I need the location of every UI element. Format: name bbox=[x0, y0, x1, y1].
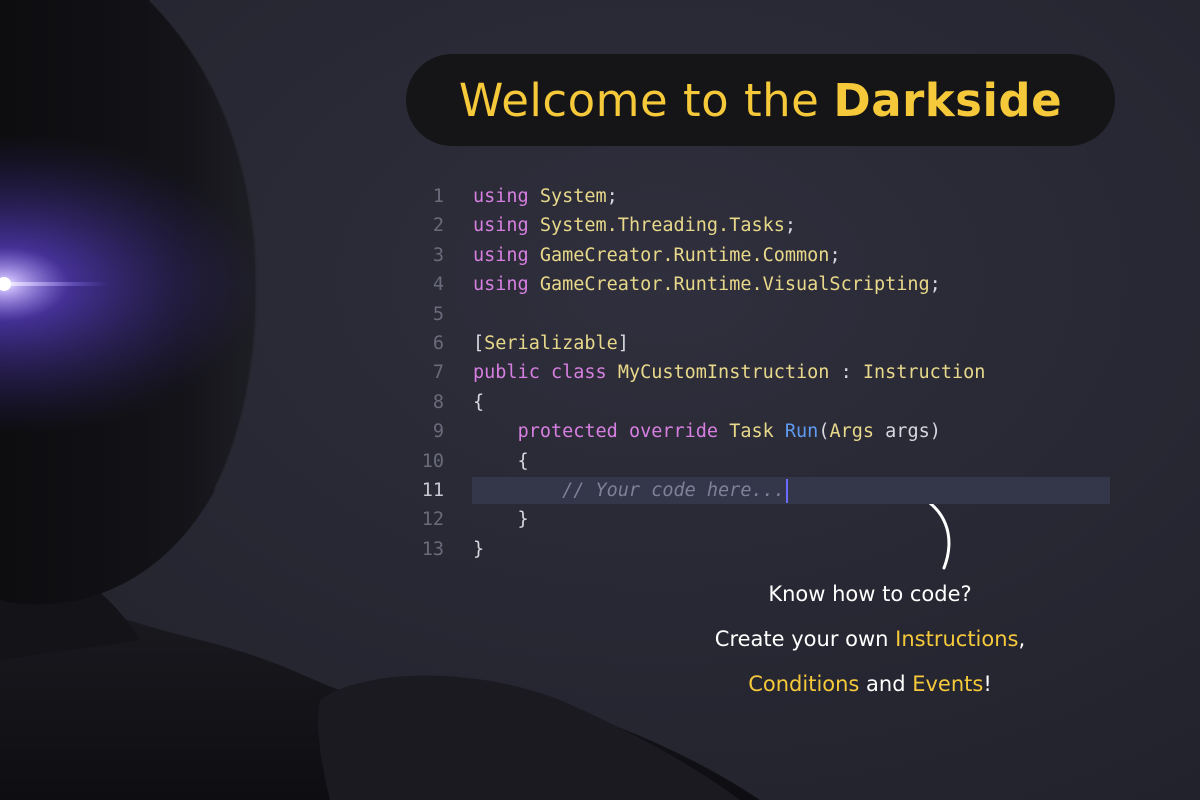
code-text: // Your code here... bbox=[473, 476, 788, 505]
code-text: using GameCreator.Runtime.Common; bbox=[473, 241, 841, 270]
code-token: Run bbox=[784, 421, 819, 443]
caption-text: ! bbox=[983, 672, 992, 696]
code-token: } bbox=[473, 509, 529, 531]
code-line[interactable]: 7 public class MyCustomInstruction : Inst… bbox=[418, 358, 1110, 387]
code-text: public class MyCustomInstruction : Instr… bbox=[473, 358, 985, 387]
line-number: 5 bbox=[432, 303, 444, 325]
text-cursor bbox=[785, 478, 788, 503]
code-token: using bbox=[473, 244, 529, 266]
code-token: Instruction bbox=[862, 362, 986, 384]
code-token: } bbox=[473, 538, 485, 560]
code-text: } bbox=[473, 535, 484, 564]
code-line[interactable]: 13} bbox=[418, 535, 1110, 564]
code-line[interactable]: 4 using GameCreator.Runtime.VisualScripti… bbox=[418, 270, 1110, 299]
code-text: { bbox=[473, 388, 484, 417]
code-token: override bbox=[628, 421, 719, 443]
code-token: : bbox=[829, 362, 863, 384]
line-number: 11 bbox=[421, 479, 444, 501]
title-bold: Darkside bbox=[833, 73, 1063, 127]
code-token: Serializable bbox=[484, 332, 618, 354]
line-number: 3 bbox=[432, 244, 444, 266]
code-line[interactable]: 3 using GameCreator.Runtime.Common; bbox=[418, 241, 1110, 270]
code-text: protected override Task Run(Args args) bbox=[473, 417, 941, 446]
caption-instructions: Instructions bbox=[895, 627, 1019, 651]
code-token: System.Threading.Tasks bbox=[539, 215, 785, 237]
line-number: 8 bbox=[432, 391, 444, 413]
code-text: { bbox=[473, 447, 529, 476]
code-line[interactable]: 12 } bbox=[418, 505, 1110, 534]
code-token: using bbox=[473, 274, 529, 296]
line-number: 2 bbox=[432, 215, 444, 237]
code-token: System bbox=[539, 186, 607, 207]
caption-text: and bbox=[859, 672, 913, 696]
code-token: GameCreator.Runtime.Common bbox=[539, 244, 830, 266]
code-token: MyCustomInstruction bbox=[617, 362, 830, 384]
code-token: using bbox=[473, 186, 529, 207]
code-line[interactable]: 1 using System; bbox=[418, 182, 1110, 211]
code-token: { bbox=[473, 450, 529, 472]
code-token: ( bbox=[818, 421, 830, 443]
line-number: 13 bbox=[421, 538, 444, 560]
title-banner: Welcome to the Darkside bbox=[406, 54, 1115, 146]
caption-conditions: Conditions bbox=[748, 672, 860, 696]
code-token: Args bbox=[829, 421, 875, 443]
caption-events: Events bbox=[912, 672, 984, 696]
code-token: using bbox=[473, 215, 529, 237]
code-line[interactable]: 6 [Serializable] bbox=[418, 329, 1110, 358]
code-token: public bbox=[473, 362, 540, 384]
code-token: ; bbox=[606, 186, 618, 207]
caption-text: Create your own bbox=[714, 627, 896, 651]
code-token: { bbox=[473, 391, 485, 413]
code-line[interactable]: 2 using System.Threading.Tasks; bbox=[418, 211, 1110, 240]
line-number: 7 bbox=[432, 362, 444, 384]
code-text: using GameCreator.Runtime.VisualScriptin… bbox=[473, 270, 941, 299]
caption-text: , bbox=[1018, 627, 1026, 651]
code-text: using System.Threading.Tasks; bbox=[473, 211, 796, 240]
code-text: [Serializable] bbox=[473, 329, 629, 358]
title-regular: Welcome to the bbox=[458, 73, 820, 127]
code-token: Task bbox=[729, 421, 774, 443]
code-line[interactable]: 10 { bbox=[418, 447, 1110, 476]
code-token: protected bbox=[517, 421, 618, 443]
line-number: 9 bbox=[432, 421, 444, 443]
code-editor: 1 using System; 2 using System.Threading.Ta… bbox=[418, 182, 1110, 564]
code-token: GameCreator.Runtime.VisualScripting bbox=[539, 274, 930, 296]
code-line[interactable]: 8{ bbox=[418, 388, 1110, 417]
code-token: ; bbox=[929, 274, 941, 296]
code-line[interactable]: 5 bbox=[418, 300, 1110, 329]
line-number: 12 bbox=[421, 509, 444, 531]
code-token: [ bbox=[473, 332, 485, 354]
code-text: using System; bbox=[473, 182, 618, 211]
caption-line-2: Create your own Instructions, bbox=[640, 627, 1100, 651]
line-number: 1 bbox=[432, 186, 444, 207]
code-token: class bbox=[550, 362, 607, 384]
code-token: ; bbox=[829, 244, 841, 266]
code-token: // Your code here... bbox=[562, 479, 785, 501]
caption-question: Know how to code? bbox=[768, 582, 972, 606]
line-number: 6 bbox=[432, 332, 444, 354]
caption-line-3: Conditions and Events! bbox=[640, 672, 1100, 696]
code-text: } bbox=[473, 505, 529, 534]
caption-line-1: Know how to code? bbox=[640, 582, 1100, 606]
code-token: ; bbox=[784, 215, 797, 237]
code-token: ] bbox=[617, 332, 629, 354]
line-number: 4 bbox=[432, 274, 444, 296]
code-token: args) bbox=[874, 421, 941, 443]
code-line-active[interactable]: 11 // Your code here... bbox=[418, 476, 1110, 505]
code-line[interactable]: 9 protected override Task Run(Args args) bbox=[418, 417, 1110, 446]
line-number: 10 bbox=[421, 450, 444, 472]
